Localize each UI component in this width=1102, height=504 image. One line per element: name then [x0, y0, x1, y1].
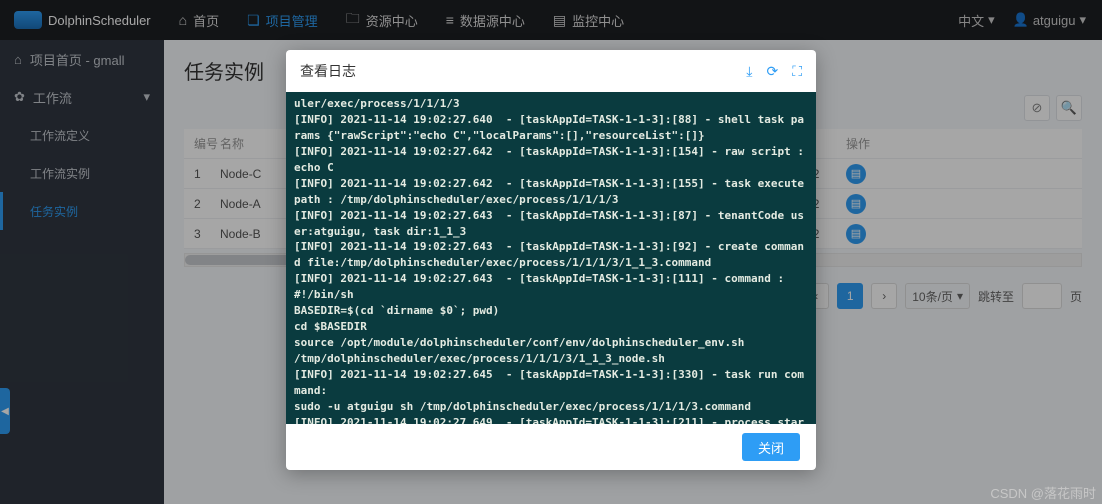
dialog-tools: ⤓ ⟳ ⛶ [746, 63, 802, 80]
log-line: /tmp/dolphinscheduler/exec/process/1/1/1… [294, 351, 808, 367]
log-dialog: 查看日志 ⤓ ⟳ ⛶ uler/exec/process/1/1/1/3[INF… [286, 50, 816, 470]
refresh-icon[interactable]: ⟳ [766, 63, 778, 80]
dialog-title: 查看日志 [300, 61, 356, 81]
fullscreen-icon[interactable]: ⛶ [792, 63, 802, 80]
log-line: [INFO] 2021-11-14 19:02:27.643 - [taskAp… [294, 271, 808, 303]
log-line: [INFO] 2021-11-14 19:02:27.642 - [taskAp… [294, 144, 808, 176]
dialog-header: 查看日志 ⤓ ⟳ ⛶ [286, 50, 816, 92]
close-button[interactable]: 关闭 [742, 433, 800, 461]
download-icon[interactable]: ⤓ [746, 63, 752, 80]
log-line: BASEDIR=$(cd `dirname $0`; pwd) [294, 303, 808, 319]
log-line: [INFO] 2021-11-14 19:02:27.649 - [taskAp… [294, 415, 808, 424]
log-line: [INFO] 2021-11-14 19:02:27.642 - [taskAp… [294, 176, 808, 208]
log-content[interactable]: uler/exec/process/1/1/1/3[INFO] 2021-11-… [286, 92, 816, 424]
modal-mask: 查看日志 ⤓ ⟳ ⛶ uler/exec/process/1/1/1/3[INF… [0, 0, 1102, 504]
log-line: [INFO] 2021-11-14 19:02:27.640 - [taskAp… [294, 112, 808, 144]
log-line: sudo -u atguigu sh /tmp/dolphinscheduler… [294, 399, 808, 415]
log-line: source /opt/module/dolphinscheduler/conf… [294, 335, 808, 351]
dialog-footer: 关闭 [286, 424, 816, 470]
log-line: [INFO] 2021-11-14 19:02:27.645 - [taskAp… [294, 367, 808, 399]
log-line: [INFO] 2021-11-14 19:02:27.643 - [taskAp… [294, 239, 808, 271]
log-line: [INFO] 2021-11-14 19:02:27.643 - [taskAp… [294, 208, 808, 240]
log-line: uler/exec/process/1/1/1/3 [294, 96, 808, 112]
log-line: cd $BASEDIR [294, 319, 808, 335]
